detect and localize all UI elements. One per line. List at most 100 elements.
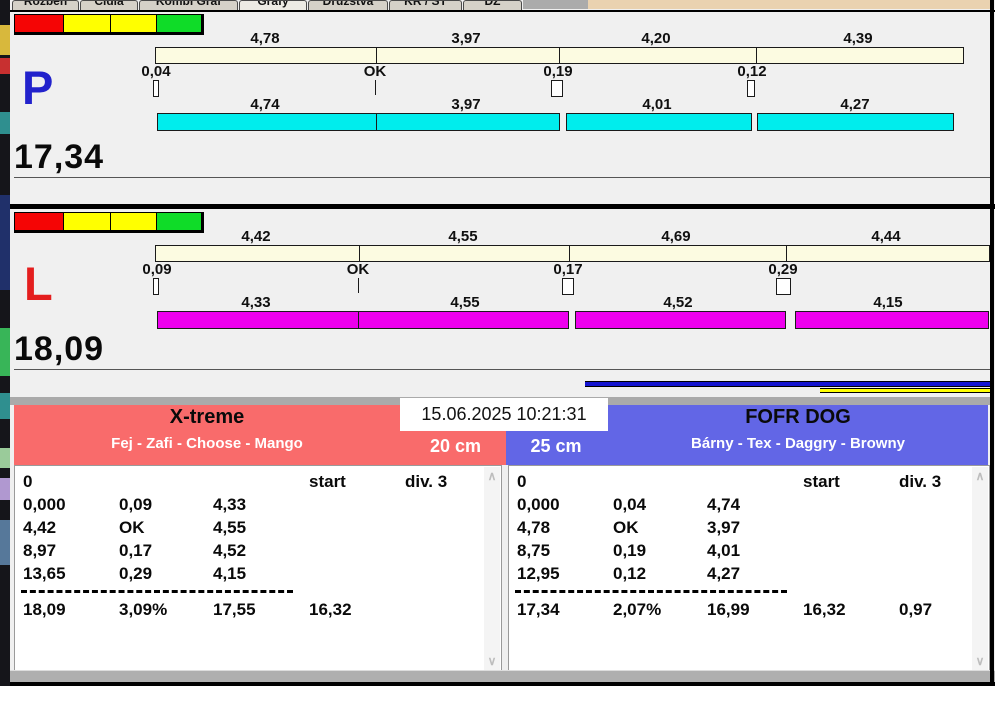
desktop-edge-strip [0, 0, 10, 686]
table-cell-total: 16,32 [803, 600, 846, 619]
split-label: 4,01 [642, 96, 672, 113]
split-label: 4,20 [641, 30, 671, 47]
team-left-name: X-treme [169, 406, 245, 428]
split-label: 4,52 [663, 294, 693, 311]
table-cell: div. 3 [405, 472, 448, 491]
lane-l-letter: L [24, 257, 53, 310]
lane-p-reference-bar [155, 47, 964, 64]
table-cell-total: 17,55 [213, 600, 256, 619]
split-label: 4,27 [840, 96, 870, 113]
split-label: 4,69 [661, 228, 691, 245]
scroll-down-icon[interactable]: ∨ [484, 655, 500, 667]
table-cell: 0,12 [613, 564, 647, 583]
change-marker [153, 278, 159, 295]
vertical-scrollbar[interactable]: ∧ ∨ [972, 467, 988, 670]
desktop-fragment [0, 393, 10, 419]
table-cell-total: 3,09% [119, 600, 168, 619]
lane-p-run-bar [566, 113, 752, 131]
table-cell: 4,15 [213, 564, 247, 583]
change-marker-ok [375, 80, 376, 95]
change-label: 0,12 [737, 63, 767, 80]
table-cell: 12,95 [517, 564, 560, 583]
table-cell: 4,52 [213, 541, 247, 560]
status-light-yellow [64, 213, 111, 230]
titlebar-remnant [588, 0, 990, 9]
split-label: 4,15 [873, 294, 903, 311]
change-label: 0,29 [768, 261, 798, 278]
table-cell-total: 2,07% [613, 600, 662, 619]
split-label: 4,33 [241, 294, 271, 311]
lane-l-reference-bar [155, 245, 990, 262]
table-cell: 0,04 [613, 495, 647, 514]
lane-l-run-bar [157, 311, 569, 329]
window-bottom-border [10, 682, 995, 686]
team-right-name: FOFR DOG [745, 406, 851, 428]
tab-label: Grafy [257, 0, 289, 8]
status-light-green [157, 213, 201, 230]
table-cell: start [803, 472, 840, 491]
totals-separator [515, 590, 787, 593]
split-label: 4,39 [843, 30, 873, 47]
table-cell: 4,78 [517, 518, 551, 537]
change-marker [551, 80, 563, 97]
split-label: 4,55 [450, 294, 480, 311]
table-cell: 0,000 [23, 495, 66, 514]
tab-label: DZ [484, 0, 501, 8]
change-label: 0,09 [142, 261, 172, 278]
flyball-timing-app: Rozběh Čidla Kombi Graf Grafy Družstva K… [0, 0, 995, 716]
change-marker-ok [358, 278, 359, 293]
segment-divider [359, 246, 360, 261]
desktop-fragment [0, 195, 10, 290]
desktop-fragment [0, 25, 10, 55]
tab-label: KR / ST [404, 0, 447, 8]
segment-divider [559, 48, 560, 63]
scroll-up-icon[interactable]: ∧ [484, 470, 500, 482]
tab-label: Družstva [322, 0, 374, 8]
change-label: OK [363, 63, 387, 80]
segment-divider [358, 312, 359, 328]
change-marker [776, 278, 791, 295]
split-label: 3,97 [451, 30, 481, 47]
change-label: OK [346, 261, 370, 278]
lane-p-status-lights [14, 14, 204, 35]
split-label: 4,74 [250, 96, 280, 113]
vertical-scrollbar[interactable]: ∧ ∨ [484, 467, 500, 670]
change-marker [153, 80, 159, 97]
table-cell: 4,27 [707, 564, 741, 583]
tabbar-divider [10, 10, 995, 12]
status-light-yellow [64, 15, 111, 32]
desktop-fragment [0, 448, 10, 468]
status-light-green [157, 15, 201, 32]
segment-divider [569, 246, 570, 261]
status-light-yellow [111, 213, 157, 230]
results-table-left[interactable]: 0 start div. 3 0,000 0,09 4,33 4,42 OK 4… [14, 465, 502, 672]
table-cell: 4,33 [213, 495, 247, 514]
lane-l-run-bar [575, 311, 786, 329]
table-cell: 0,000 [517, 495, 560, 514]
tab-label: Kombi Graf [155, 0, 222, 8]
team-left-dogs: Fej - Zafi - Choose - Mango [111, 435, 303, 452]
table-cell: 0 [517, 472, 527, 491]
lane-l-run-bar [795, 311, 989, 329]
results-table-right[interactable]: 0 start div. 3 0,000 0,04 4,74 4,78 OK 3… [508, 465, 990, 672]
table-cell-total: 18,09 [23, 600, 66, 619]
table-cell: 8,97 [23, 541, 57, 560]
segment-divider [376, 114, 377, 130]
table-cell: div. 3 [899, 472, 942, 491]
table-cell: 13,65 [23, 564, 66, 583]
table-cell: OK [613, 518, 639, 537]
lane-p-run-bar [157, 113, 560, 131]
totals-separator [21, 590, 293, 593]
blue-progress-line [585, 381, 990, 387]
change-label: 0,04 [141, 63, 171, 80]
scroll-up-icon[interactable]: ∧ [972, 470, 988, 482]
team-right-dogs: Bárny - Tex - Daggry - Browny [691, 435, 905, 452]
change-label: 0,17 [553, 261, 583, 278]
lane-divider-line [14, 177, 990, 178]
segment-divider [376, 48, 377, 63]
split-label: 4,42 [241, 228, 271, 245]
change-label: 0,19 [543, 63, 573, 80]
scroll-down-icon[interactable]: ∨ [972, 655, 988, 667]
split-label: 4,44 [871, 228, 901, 245]
desktop-fragment [0, 58, 10, 74]
